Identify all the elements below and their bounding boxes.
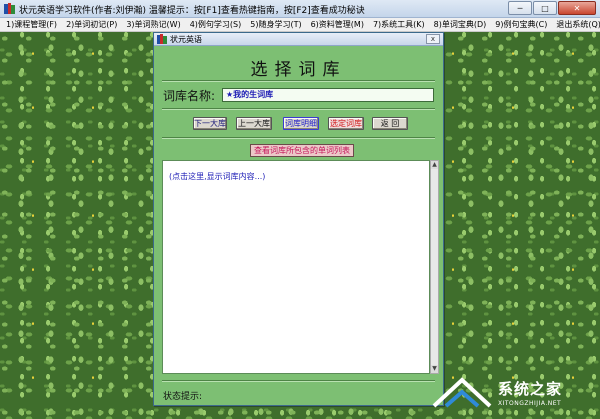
dialog-close-button[interactable]: x xyxy=(426,34,440,44)
watermark-text: 系统之家 xyxy=(498,380,563,398)
library-name-label: 词库名称: xyxy=(163,89,216,103)
status-label: 状态提示: xyxy=(163,392,203,402)
menu-exit[interactable]: 退出系统(Q) xyxy=(556,19,600,30)
minimize-button[interactable]: ─ xyxy=(508,1,532,15)
app-icon xyxy=(157,34,167,44)
next-library-button[interactable]: 下一大库 xyxy=(193,117,227,130)
menu-word-familiar[interactable]: 3)单词熟记(W) xyxy=(126,19,180,30)
prev-library-button[interactable]: 上一大库 xyxy=(236,117,272,130)
content-hint[interactable]: (点击这里,显示词库内容...) xyxy=(169,171,265,182)
library-detail-button[interactable]: 词库明细 xyxy=(283,117,319,130)
dialog-heading: 选择词库 xyxy=(250,60,347,80)
menu-system-tools[interactable]: 7)系统工具(K) xyxy=(373,19,425,30)
menu-course-management[interactable]: 1)课程管理(F) xyxy=(6,19,57,30)
library-content-area[interactable]: (点击这里,显示词库内容...) xyxy=(162,160,430,374)
library-name-field[interactable]: ★我的生词库 xyxy=(222,88,434,102)
view-word-list-button[interactable]: 查看词库所包含的单词列表 xyxy=(250,144,354,157)
select-library-dialog: 状元英语 x 选择词库 词库名称: ★我的生词库 下一大库 上一大库 词库明细 … xyxy=(153,32,444,406)
dialog-title: 状元英语 xyxy=(170,35,202,44)
menu-word-first-memorize[interactable]: 2)单词初记(P) xyxy=(66,19,117,30)
watermark-logo-icon xyxy=(432,377,492,408)
divider xyxy=(162,80,435,82)
menu-data-management[interactable]: 6)资料管理(M) xyxy=(311,19,364,30)
dialog-titlebar: 状元英语 x xyxy=(154,33,443,46)
menu-sentence-study[interactable]: 4)例句学习(S) xyxy=(190,19,242,30)
menu-bar: 1)课程管理(F) 2)单词初记(P) 3)单词熟记(W) 4)例句学习(S) … xyxy=(0,18,600,32)
maximize-button[interactable]: □ xyxy=(533,1,557,15)
menu-portable-study[interactable]: 5)随身学习(T) xyxy=(250,19,301,30)
menu-sentence-dictionary[interactable]: 9)例句宝典(C) xyxy=(495,19,547,30)
divider xyxy=(162,137,435,139)
close-button[interactable]: ✕ xyxy=(558,1,596,15)
select-library-button[interactable]: 选定词库 xyxy=(328,117,364,130)
menu-word-dictionary[interactable]: 8)单词宝典(D) xyxy=(434,19,487,30)
window-titlebar: 状元英语学习软件(作者:刘伊瀚) 温馨提示：按[F1]查看热键指南，按[F2]查… xyxy=(0,0,600,18)
window-title: 状元英语学习软件(作者:刘伊瀚) 温馨提示：按[F1]查看热键指南，按[F2]查… xyxy=(19,6,365,16)
watermark-subtext: XITONGZHIJIA.NET xyxy=(498,400,562,407)
window-controls: ─ □ ✕ xyxy=(508,1,596,15)
scroll-up-icon[interactable]: ▲ xyxy=(431,161,438,169)
divider xyxy=(162,108,435,110)
divider xyxy=(162,380,435,382)
app-icon xyxy=(4,3,15,14)
back-button[interactable]: 返 回 xyxy=(372,117,408,130)
content-scrollbar[interactable]: ▲ ▼ xyxy=(430,160,439,374)
